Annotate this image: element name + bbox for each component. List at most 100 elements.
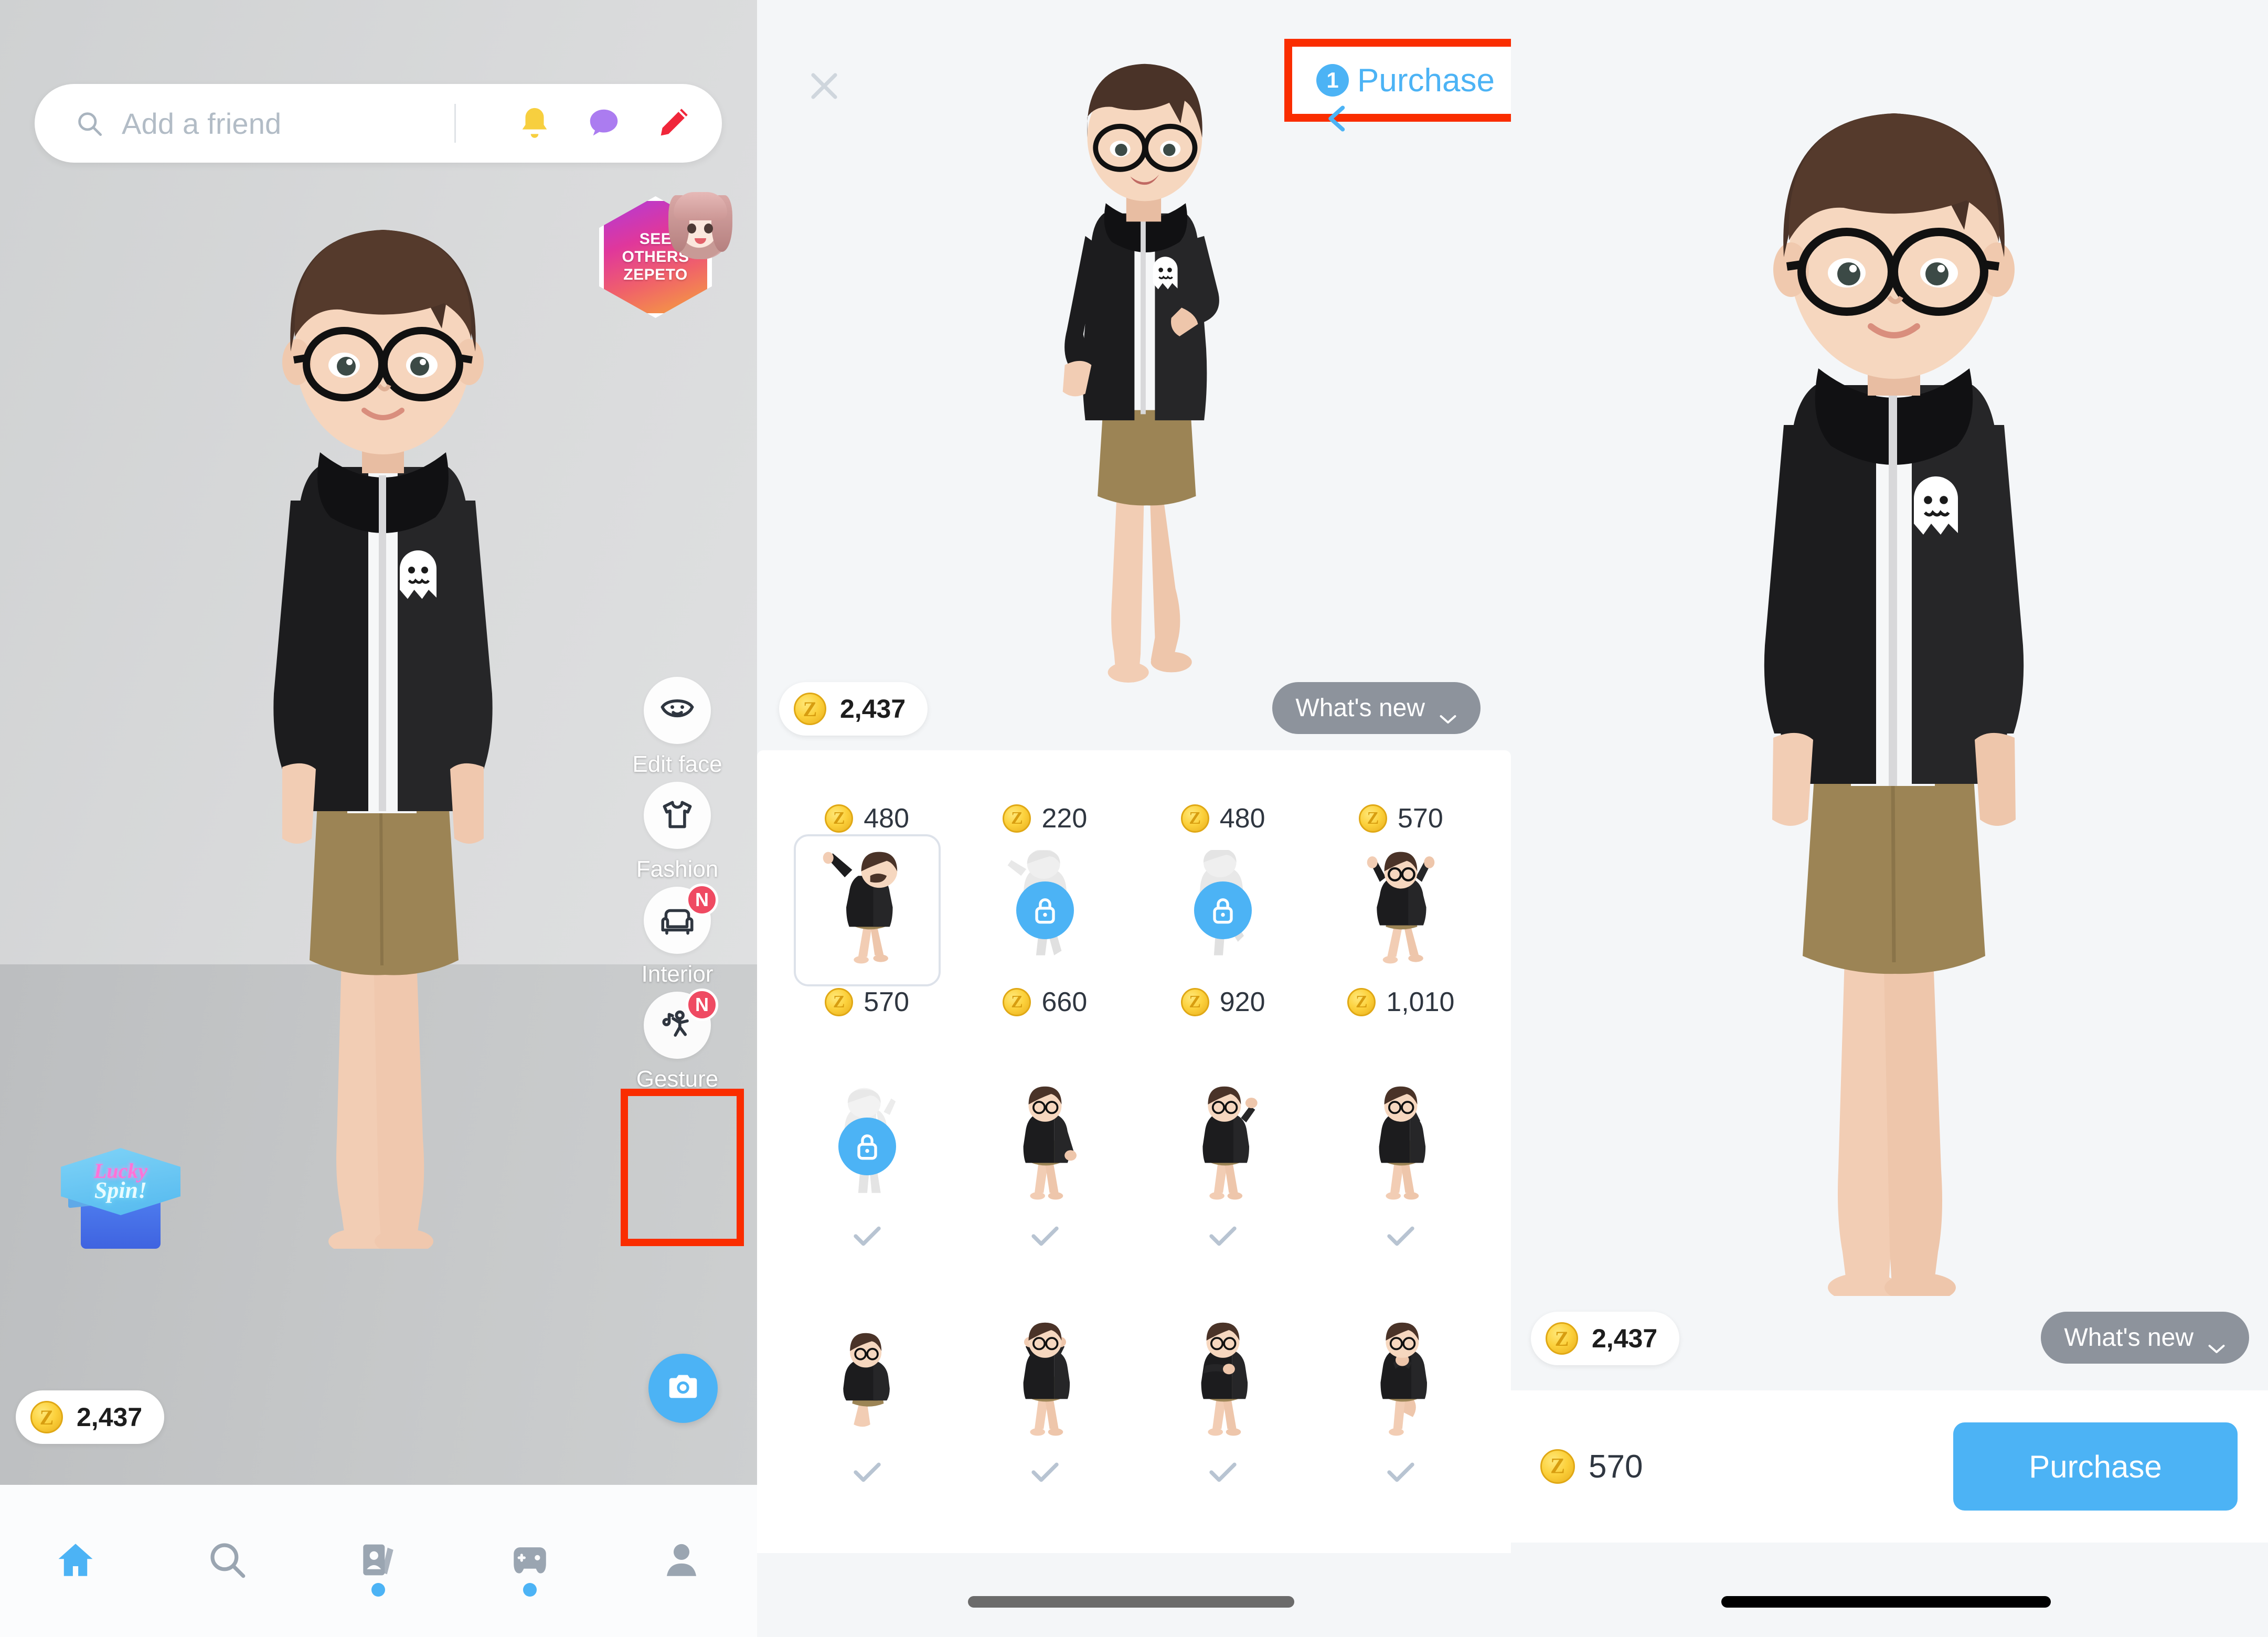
left-panel-home: Add a friend SEE OTHERS ZEPETO Edit face… [0, 0, 757, 1637]
owned-check-icon [851, 1461, 883, 1484]
grid-cell-gesture-owned[interactable] [1134, 1306, 1312, 1543]
chat-bubble-icon[interactable] [585, 105, 622, 142]
gesture-grid-row-1: Z 570 Z 660 Z 920 Z 1,010 [757, 834, 1511, 1070]
coin-icon: Z [30, 1401, 63, 1433]
grid-cell-gesture-owned[interactable] [1312, 1070, 1490, 1306]
page-title: Purchase [1357, 62, 1495, 99]
nav-search[interactable] [175, 1514, 280, 1608]
gesture-grid-top-clip: Z 480 Z 220 Z 480 Z 570 [757, 750, 1511, 834]
avatar-face-thumbnail [668, 192, 732, 259]
sidebar-item-gesture[interactable]: N Gesture [609, 988, 746, 1092]
owned-check-icon [1207, 1461, 1239, 1484]
grid-cell-gesture-owned[interactable] [956, 1306, 1134, 1543]
price: Z 480 [825, 803, 909, 834]
gesture-thumbnail[interactable] [1149, 1070, 1296, 1223]
whats-new-dropdown[interactable]: What's new [1272, 682, 1481, 734]
search-icon [206, 1538, 249, 1584]
gesture-thumbnail[interactable] [794, 1306, 941, 1459]
nav-home[interactable] [23, 1514, 128, 1608]
coin-balance-chip[interactable]: Z 2,437 [1531, 1312, 1680, 1365]
price: Z 480 [1180, 803, 1265, 834]
gesture-grid-sheet: Z 480 Z 220 Z 480 Z 570 Z 570 Z 660 Z 92… [757, 750, 1511, 1553]
grid-cell-gesture-owned[interactable] [956, 1070, 1134, 1306]
side-menu: Edit face Fashion N Interior N Gesture [609, 677, 746, 1097]
right-panel-item-detail: Z 2,437 What's new Z 570 Purchase [1511, 0, 2268, 1637]
sidebar-item-edit-face[interactable]: Edit face [609, 677, 746, 778]
back-chevron-icon[interactable] [1321, 100, 1354, 137]
bell-icon[interactable] [516, 105, 553, 142]
price-value: 480 [1219, 803, 1265, 834]
nav-dot [523, 1583, 537, 1597]
gesture-thumbnail[interactable] [794, 1070, 941, 1223]
gesture-thumbnail[interactable] [1327, 834, 1474, 986]
gesture-thumbnail[interactable] [1327, 1070, 1474, 1223]
purchase-button[interactable]: Purchase [1953, 1422, 2238, 1511]
item-price-value: 570 [1589, 1448, 1643, 1485]
add-friend-searchbar[interactable]: Add a friend [35, 84, 722, 163]
coin-balance-chip[interactable]: Z 2,437 [779, 682, 928, 736]
chevron-down-icon [2207, 1332, 2226, 1353]
zepeto-line-3: ZEPETO [623, 266, 688, 283]
grid-cell-gesture[interactable]: Z 1,010 [1312, 834, 1490, 1070]
nav-dot [371, 1583, 386, 1597]
grid-cell[interactable]: Z 570 [1312, 750, 1490, 834]
owned-check-icon [1385, 1461, 1417, 1484]
coin-icon: Z [794, 693, 826, 725]
app-screenshot: Add a friend SEE OTHERS ZEPETO Edit face… [0, 0, 2268, 1637]
gesture-thumbnail[interactable] [972, 834, 1119, 986]
nav-profile[interactable] [629, 1514, 734, 1608]
gesture-grid-row-2 [757, 1070, 1511, 1306]
grid-cell-gesture-owned[interactable] [778, 1306, 956, 1543]
grid-cell-gesture-locked[interactable]: Z 920 [1134, 834, 1312, 1070]
gesture-thumbnail[interactable] [1149, 1306, 1296, 1459]
sidebar-item-fashion[interactable]: Fashion [609, 782, 746, 883]
owned-check-icon [1029, 1225, 1061, 1248]
grid-cell-gesture-locked[interactable] [778, 1070, 956, 1306]
see-others-zepeto-badge[interactable]: SEE OTHERS ZEPETO [599, 192, 732, 323]
gesture-thumbnail[interactable] [972, 1070, 1119, 1223]
nav-games[interactable] [477, 1514, 582, 1608]
gesture-thumbnail[interactable] [793, 834, 941, 986]
avatar-left[interactable] [194, 205, 572, 1254]
gesture-thumbnail[interactable] [1327, 1306, 1474, 1459]
home-indicator [968, 1596, 1294, 1608]
grid-cell-gesture-owned[interactable] [1312, 1306, 1490, 1543]
grid-cell[interactable]: Z 480 [778, 750, 956, 834]
sidebar-item-label: Fashion [636, 856, 719, 882]
grid-cell[interactable]: Z 220 [956, 750, 1134, 834]
coin-balance-chip[interactable]: Z 2,437 [16, 1390, 165, 1444]
avatar-preview-right[interactable] [1668, 89, 2120, 1302]
lucky-spin-box[interactable]: Lucky Spin! [58, 1139, 184, 1254]
grid-cell[interactable]: Z 480 [1134, 750, 1312, 834]
coin-icon: Z [1546, 1322, 1578, 1355]
divider [454, 104, 456, 143]
sidebar-item-label: Edit face [632, 751, 722, 777]
price-value: 920 [1219, 987, 1265, 1017]
feed-icon [357, 1538, 400, 1584]
new-badge: N [686, 988, 718, 1021]
game-controller-icon [508, 1538, 551, 1584]
coin-balance-value: 2,437 [840, 694, 906, 724]
price-value: 570 [1397, 803, 1443, 834]
nav-feed[interactable] [326, 1514, 431, 1608]
pencil-icon[interactable] [655, 105, 691, 142]
whats-new-dropdown[interactable]: What's new [2041, 1312, 2249, 1364]
home-icon [54, 1538, 97, 1584]
grid-cell-gesture-locked[interactable]: Z 660 [956, 834, 1134, 1070]
grid-cell-gesture-selected[interactable]: Z 570 [778, 834, 956, 1070]
avatar-preview-middle[interactable] [1019, 58, 1266, 703]
step-badge: 1 [1316, 64, 1349, 97]
gesture-thumbnail[interactable] [972, 1306, 1119, 1459]
camera-button[interactable] [648, 1354, 718, 1423]
coin-icon: Z [1003, 988, 1031, 1016]
close-icon[interactable] [805, 67, 843, 105]
coin-icon: Z [825, 988, 854, 1016]
home-indicator [1721, 1596, 2051, 1608]
sidebar-item-interior[interactable]: N Interior [609, 884, 746, 987]
sidebar-item-label: Interior [641, 961, 714, 987]
gesture-thumbnail[interactable] [1149, 834, 1296, 986]
search-input-placeholder[interactable]: Add a friend [122, 107, 281, 141]
coin-icon: Z [1540, 1449, 1575, 1484]
grid-cell-gesture-owned[interactable] [1134, 1070, 1312, 1306]
price-value: 220 [1041, 803, 1088, 834]
